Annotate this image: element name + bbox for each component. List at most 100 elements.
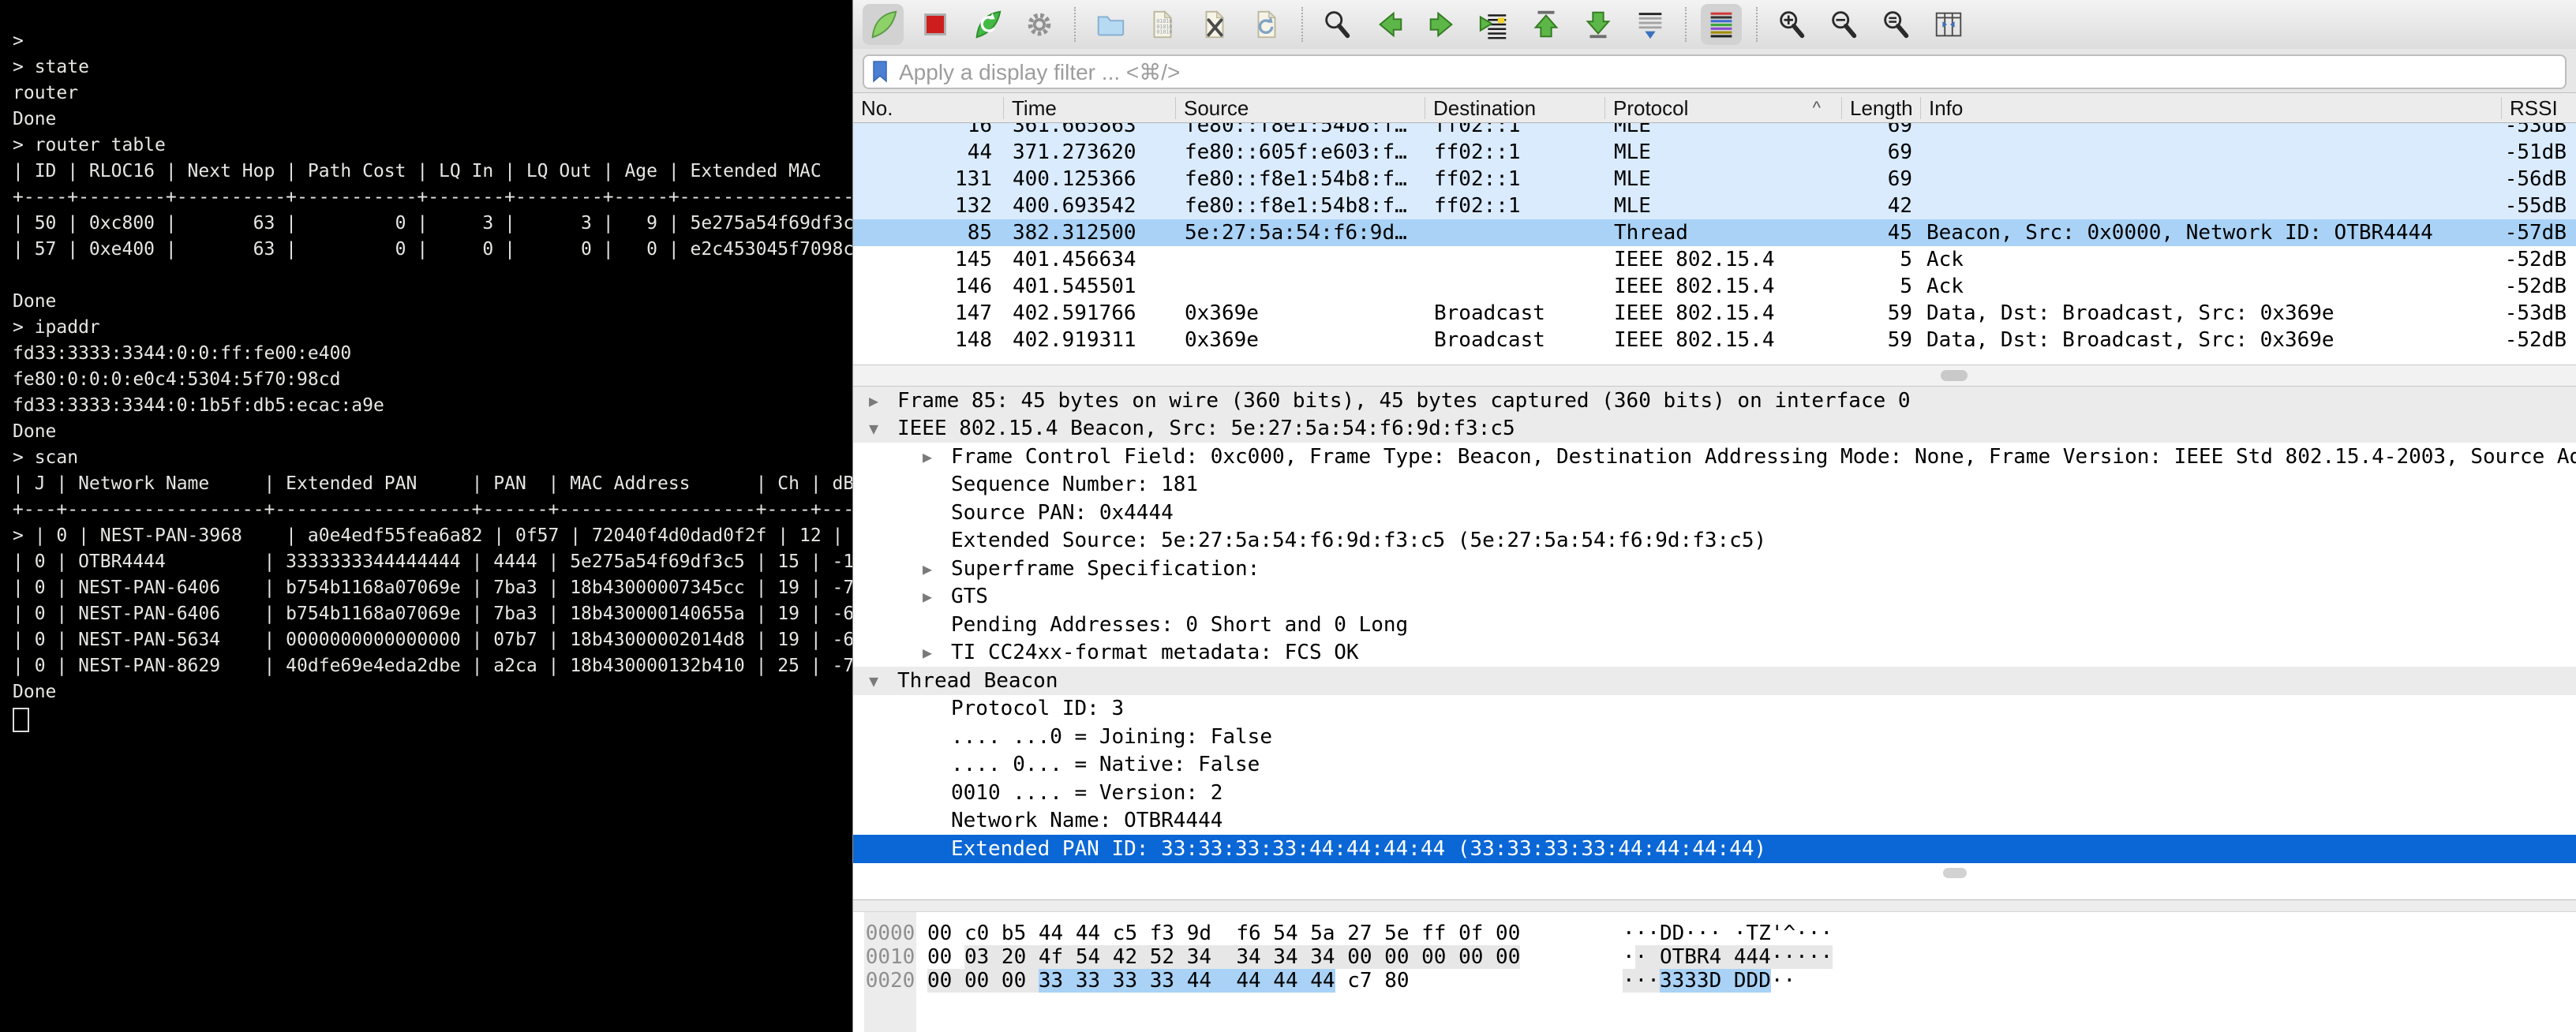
cell-len: 42	[1841, 194, 1920, 218]
zoom-in-button[interactable]	[1772, 4, 1813, 45]
filter-placeholder: Apply a display filter ... <⌘/>	[899, 59, 1180, 85]
hex-row[interactable]: 001000 03 20 4f 54 42 52 34 34 34 34 00 …	[853, 945, 2576, 969]
packet-row[interactable]: 146401.545501IEEE 802.15.45Ack-52dB	[853, 273, 2576, 300]
zoom-out-button[interactable]	[1824, 4, 1865, 45]
column-header-info[interactable]: Info	[1920, 97, 2501, 119]
cell-info: Data, Dst: Broadcast, Src: 0x369e	[1920, 301, 2501, 325]
cell-info: Ack	[1920, 275, 2501, 298]
column-header-src[interactable]: Source	[1175, 97, 1425, 119]
hex-ascii[interactable]: ···3333D DDD··	[1623, 969, 1795, 993]
terminal-line: >	[13, 28, 852, 54]
column-header-no[interactable]: No.	[853, 97, 1003, 119]
detail-row[interactable]: Network Name: OTBR4444	[853, 807, 2576, 836]
detail-row[interactable]: ▼IEEE 802.15.4 Beacon, Src: 5e:27:5a:54:…	[853, 415, 2576, 443]
terminal-line: Done	[13, 107, 852, 133]
cell-proto: IEEE 802.15.4	[1604, 248, 1841, 271]
previous-packet-button[interactable]	[1369, 4, 1410, 45]
detail-row[interactable]: Extended Source: 5e:27:5a:54:f6:9d:f3:c5…	[853, 527, 2576, 555]
capture-options-button[interactable]	[1019, 4, 1060, 45]
detail-row[interactable]: Sequence Number: 181	[853, 471, 2576, 499]
column-header-rssi[interactable]: RSSI	[2501, 97, 2576, 119]
hex-ascii[interactable]: ·· OTBR4 444·····	[1623, 945, 1833, 969]
collapsed-arrow-icon[interactable]: ▶	[923, 587, 932, 606]
packet-row[interactable]: 85382.3125005e:27:5a:54:f6:9d…Thread45Be…	[853, 219, 2576, 246]
capture-restart-button[interactable]	[967, 4, 1008, 45]
packet-row[interactable]: 147402.5917660x369eBroadcastIEEE 802.15.…	[853, 300, 2576, 327]
expanded-arrow-icon[interactable]: ▼	[869, 671, 878, 690]
cell-proto: IEEE 802.15.4	[1604, 328, 1841, 352]
hex-bytes[interactable]: 00 c0 b5 44 44 c5 f3 9d f6 54 5a 27 5e f…	[927, 922, 1520, 945]
hex-row[interactable]: 002000 00 00 33 33 33 33 44 44 44 44 c7 …	[853, 969, 2576, 993]
cell-proto: MLE	[1604, 167, 1841, 191]
detail-hex-splitter[interactable]	[853, 899, 2576, 912]
packet-row[interactable]: 16361.665863fe80::f8e1:54b8:f…ff02::1MLE…	[853, 123, 2576, 139]
display-filter-input[interactable]: Apply a display filter ... <⌘/>	[863, 54, 2567, 89]
hex-bytes[interactable]: 00 03 20 4f 54 42 52 34 34 34 34 00 00 0…	[927, 945, 1520, 969]
reload-capture-button[interactable]	[1246, 4, 1287, 45]
open-capture-button[interactable]	[1090, 4, 1131, 45]
detail-row[interactable]: ▶Frame Control Field: 0xc000, Frame Type…	[853, 443, 2576, 471]
hex-row[interactable]: 000000 c0 b5 44 44 c5 f3 9d f6 54 5a 27 …	[853, 922, 2576, 945]
colorize-packets-button[interactable]	[1701, 4, 1742, 45]
detail-row[interactable]: ▶GTS	[853, 583, 2576, 611]
collapsed-arrow-icon[interactable]: ▶	[923, 447, 932, 466]
capture-stop-button[interactable]	[915, 4, 956, 45]
resize-columns-button[interactable]	[1928, 4, 1969, 45]
go-to-packet-button[interactable]	[1473, 4, 1515, 45]
expanded-arrow-icon[interactable]: ▼	[869, 419, 878, 438]
detail-row[interactable]: 0010 .... = Version: 2	[853, 779, 2576, 807]
auto-scroll-button[interactable]	[1630, 4, 1671, 45]
terminal-line: | 0 | NEST-PAN-6406 | b754b1168a07069e |…	[13, 575, 852, 601]
packet-details-pane: ▶Frame 85: 45 bytes on wire (360 bits), …	[853, 387, 2576, 899]
first-packet-button[interactable]	[1526, 4, 1567, 45]
detail-row[interactable]: ▶Superframe Specification:	[853, 555, 2576, 583]
detail-row[interactable]: Pending Addresses: 0 Short and 0 Long	[853, 611, 2576, 639]
next-packet-button[interactable]	[1421, 4, 1462, 45]
terminal-line: > | 0 | NEST-PAN-3968 | a0e4edf55fea6a82…	[13, 523, 852, 549]
find-packet-button[interactable]	[1317, 4, 1358, 45]
splitter-handle[interactable]	[1941, 370, 1968, 381]
packet-row[interactable]: 148402.9193110x369eBroadcastIEEE 802.15.…	[853, 327, 2576, 353]
packet-row[interactable]: 145401.456634IEEE 802.15.45Ack-52dB	[853, 246, 2576, 273]
collapsed-arrow-icon[interactable]: ▶	[923, 643, 932, 662]
column-header-time[interactable]: Time	[1003, 97, 1175, 119]
detail-row[interactable]: ▶Frame 85: 45 bytes on wire (360 bits), …	[853, 387, 2576, 415]
close-capture-button[interactable]	[1194, 4, 1235, 45]
terminal-line: > state	[13, 54, 852, 80]
detail-row[interactable]: ▶TI CC24xx-format metadata: FCS OK	[853, 639, 2576, 667]
collapsed-arrow-icon[interactable]: ▶	[869, 391, 878, 410]
last-packet-button[interactable]	[1578, 4, 1619, 45]
cell-time: 361.665863	[1003, 123, 1175, 137]
detail-row[interactable]: Extended PAN ID: 33:33:33:33:44:44:44:44…	[853, 835, 2576, 863]
zoom-reset-button[interactable]	[1876, 4, 1917, 45]
detail-row[interactable]: ▼Thread Beacon	[853, 667, 2576, 695]
openthread-cli-terminal[interactable]: >> staterouterDone> router table| ID | R…	[0, 0, 852, 1032]
column-header-proto[interactable]: Protocol^	[1604, 97, 1841, 119]
column-header-len[interactable]: Length	[1841, 97, 1920, 119]
hex-bytes[interactable]: 00 00 00 33 33 33 33 44 44 44 44 c7 80	[927, 969, 1410, 993]
wireshark-toolbar: 010100101001010	[853, 0, 2576, 50]
detail-row[interactable]: .... 0... = Native: False	[853, 751, 2576, 780]
cell-len: 59	[1841, 301, 1920, 325]
detail-row[interactable]: Protocol ID: 3	[853, 695, 2576, 724]
cell-no: 148	[853, 328, 1003, 352]
autoscroll-icon	[1634, 8, 1667, 41]
cell-no: 44	[853, 140, 1003, 164]
last-packet-icon	[1582, 8, 1615, 41]
zoom-100-icon	[1880, 8, 1913, 41]
column-header-dst[interactable]: Destination	[1425, 97, 1604, 119]
filter-bookmark-icon[interactable]	[872, 61, 888, 83]
collapsed-arrow-icon[interactable]: ▶	[923, 559, 932, 578]
list-detail-splitter[interactable]	[853, 365, 2576, 387]
cell-rssi: -53dB	[2501, 301, 2576, 325]
detail-row[interactable]: Source PAN: 0x4444	[853, 499, 2576, 527]
detail-hex-splitter-handle[interactable]	[1943, 868, 1967, 878]
capture-start-button[interactable]	[863, 4, 904, 45]
packet-row[interactable]: 132400.693542fe80::f8e1:54b8:f…ff02::1ML…	[853, 193, 2576, 219]
packet-row[interactable]: 44371.273620fe80::605f:e603:f…ff02::1MLE…	[853, 139, 2576, 166]
detail-row[interactable]: .... ...0 = Joining: False	[853, 723, 2576, 751]
terminal-line: | 57 | 0xe400 | 63 | 0 | 0 | 0 | 0 | e2c…	[13, 237, 852, 263]
packet-row[interactable]: 131400.125366fe80::f8e1:54b8:f…ff02::1ML…	[853, 166, 2576, 193]
save-capture-button[interactable]: 010100101001010	[1142, 4, 1183, 45]
hex-ascii[interactable]: ···DD··· ·TZ'^···	[1623, 922, 1833, 945]
